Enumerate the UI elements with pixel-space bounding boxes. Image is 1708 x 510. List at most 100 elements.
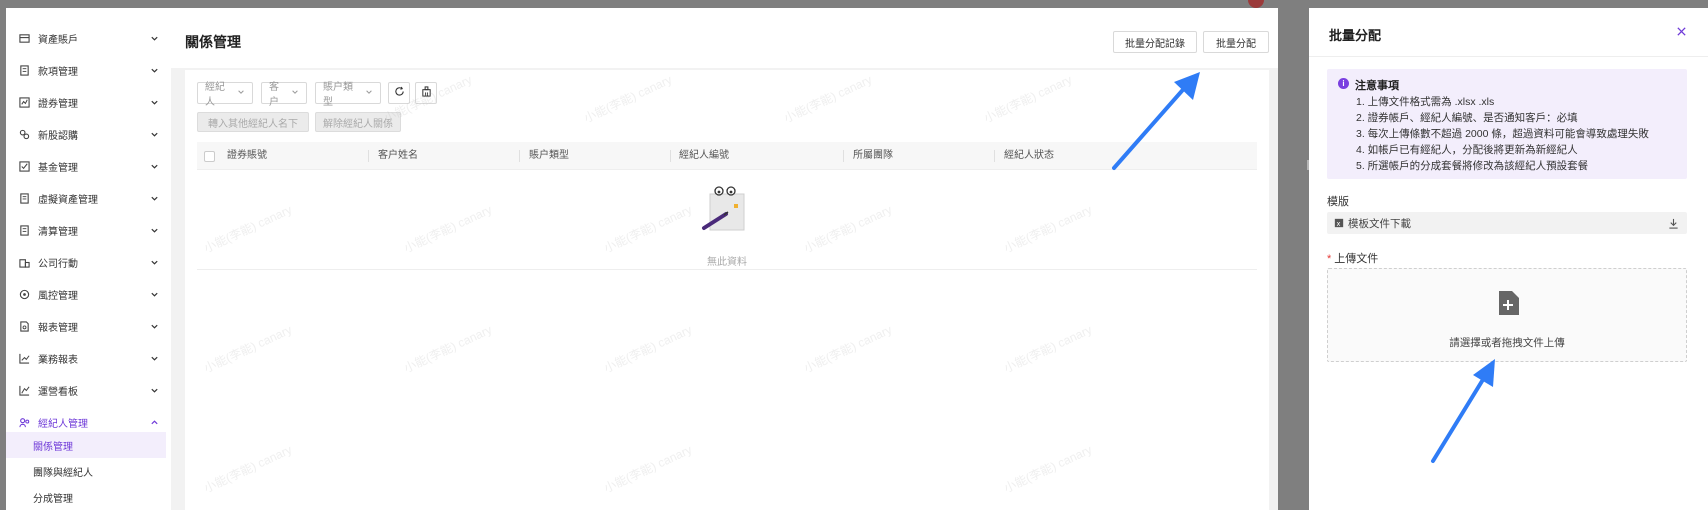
chevron-down-icon: [147, 127, 161, 141]
chevron-down-icon: [291, 88, 299, 99]
upload-label-text: 上傳文件: [1334, 253, 1379, 265]
column-separator: [670, 150, 671, 162]
chevron-down-icon: [147, 319, 161, 333]
notice-line: 1. 上傳文件格式需為 .xlsx .xls: [1356, 96, 1495, 108]
ipo-icon: [18, 128, 30, 140]
report-icon: [18, 320, 30, 332]
chevron-down-icon: [147, 191, 161, 205]
chevron-down-icon: [147, 31, 161, 45]
main-content: 關係管理 批量分配記錄 批量分配 經紀人 客户 賬户類型 轉入其他經紀人名下 解…: [171, 8, 1278, 510]
customer-filter-label: 客户: [269, 82, 279, 108]
corporate-action-icon: [18, 256, 30, 268]
sidebar-item-label: 風控管理: [38, 290, 78, 302]
sidebar-item-label: 公司行動: [38, 258, 78, 270]
sidebar-item-corporate-action[interactable]: 公司行動: [6, 246, 171, 278]
svg-text:x: x: [1337, 220, 1341, 228]
chevron-down-icon: [147, 255, 161, 269]
sidebar: 資產賬戶 款項管理 證券管理 新股認購 基金管理 虛擬資產管理 清算管理 公司行…: [6, 8, 171, 510]
column-header: 客户姓名: [378, 150, 418, 161]
sidebar-item-label: 款項管理: [38, 66, 78, 78]
sidebar-item-business-report[interactable]: 業務報表: [6, 342, 171, 374]
template-download[interactable]: x 模板文件下載: [1327, 212, 1687, 234]
page-header: 關係管理 批量分配記錄 批量分配: [171, 8, 1278, 68]
column-header: 賬户類型: [529, 150, 569, 161]
sidebar-item-label: 資產賬戶: [38, 34, 78, 46]
broker-filter[interactable]: 經紀人: [197, 82, 253, 108]
sidebar-item-securities[interactable]: 證券管理: [6, 86, 171, 118]
dashboard-icon: [18, 384, 30, 396]
required-mark: *: [1327, 253, 1332, 265]
column-separator: [994, 150, 995, 162]
refresh-button[interactable]: [388, 82, 410, 104]
sidebar-subitem-relationship[interactable]: 關係管理: [6, 432, 166, 458]
batch-assign-drawer: 批量分配 i 注意事項 1. 上傳文件格式需為 .xlsx .xls 2. 證券…: [1309, 8, 1708, 510]
remove-broker-relation-button[interactable]: 解除經紀人關係: [315, 112, 401, 132]
download-icon[interactable]: [1668, 218, 1679, 229]
customer-filter[interactable]: 客户: [261, 82, 307, 108]
money-icon: [18, 64, 30, 76]
template-label: 模版: [1327, 196, 1349, 208]
sidebar-item-ipo[interactable]: 新股認購: [6, 118, 171, 150]
close-button[interactable]: [1672, 24, 1690, 42]
chevron-down-icon: [147, 159, 161, 173]
batch-assign-record-button[interactable]: 批量分配記錄: [1113, 31, 1197, 53]
sidebar-item-virtual-asset[interactable]: 虛擬資產管理: [6, 182, 171, 214]
sidebar-item-label: 報表管理: [38, 322, 78, 334]
notice-line: 2. 證券帳戶、經紀人編號、是否通知客戶：必填: [1356, 112, 1578, 124]
sidebar-item-clearing[interactable]: 清算管理: [6, 214, 171, 246]
sidebar-item-label: 經紀人管理: [38, 418, 88, 430]
notice-line: 5. 所選帳戶的分成套餐將修改為該經紀人預設套餐: [1356, 160, 1589, 172]
table-header: 證券賬號 客户姓名 賬户類型 經紀人編號 所屬團隊 經紀人狀态: [197, 142, 1257, 170]
notice-line: 4. 如帳戶已有經紀人，分配後將更新為新經紀人: [1356, 144, 1578, 156]
sidebar-item-account[interactable]: 資產賬戶: [6, 22, 171, 54]
chevron-down-icon: [365, 88, 373, 99]
file-upload-dropzone[interactable]: 請選擇或者拖拽文件上傳: [1327, 268, 1687, 362]
virtual-asset-icon: [18, 192, 30, 204]
account-type-filter-label: 賬户類型: [323, 82, 353, 108]
notice-box: i 注意事項 1. 上傳文件格式需為 .xlsx .xls 2. 證券帳戶、經紀…: [1327, 69, 1687, 179]
sidebar-subitem-teams-brokers[interactable]: 團隊與經紀人: [6, 458, 166, 484]
template-download-text: 模板文件下載: [1348, 217, 1411, 230]
sidebar-item-label: 清算管理: [38, 226, 78, 238]
file-add-icon: [1497, 291, 1519, 318]
chevron-down-icon: [237, 88, 245, 99]
batch-assign-button[interactable]: 批量分配: [1203, 31, 1269, 53]
excel-icon: x: [1334, 218, 1344, 228]
upload-hint: 請選擇或者拖拽文件上傳: [1449, 337, 1565, 349]
column-header: 證券賬號: [227, 150, 267, 161]
info-icon: i: [1338, 78, 1349, 89]
sidebar-item-dashboard[interactable]: 運營看板: [6, 374, 171, 406]
sidebar-item-label: 新股認購: [38, 130, 78, 142]
sidebar-item-label: 基金管理: [38, 162, 78, 174]
column-separator: [843, 150, 844, 162]
chevron-down-icon: [147, 95, 161, 109]
chevron-down-icon: [147, 223, 161, 237]
sidebar-item-label: 業務報表: [38, 354, 78, 366]
sidebar-item-label: 證券管理: [38, 98, 78, 110]
empty-illustration-icon: [700, 184, 752, 237]
sidebar-item-money[interactable]: 款項管理: [6, 54, 171, 86]
broom-icon: [421, 86, 432, 100]
clear-filters-button[interactable]: [415, 82, 437, 104]
sidebar-item-risk[interactable]: 風控管理: [6, 278, 171, 310]
account-icon: [18, 32, 30, 44]
select-all-checkbox[interactable]: [204, 151, 215, 162]
column-header: 經紀人編號: [679, 150, 729, 161]
sidebar-subitem-commission[interactable]: 分成管理: [6, 484, 166, 510]
column-separator: [368, 150, 369, 162]
fund-icon: [18, 160, 30, 172]
refresh-icon: [394, 86, 405, 100]
page-title: 關係管理: [185, 34, 241, 50]
securities-icon: [18, 96, 30, 108]
transfer-broker-button[interactable]: 轉入其他經紀人名下: [197, 112, 309, 132]
drawer-title: 批量分配: [1329, 28, 1382, 43]
business-chart-icon: [18, 352, 30, 364]
empty-state: 無此資料: [197, 170, 1257, 270]
chevron-down-icon: [147, 383, 161, 397]
sidebar-item-report[interactable]: 報表管理: [6, 310, 171, 342]
close-icon: [1676, 26, 1687, 40]
sidebar-item-label: 運營看板: [38, 386, 78, 398]
account-type-filter[interactable]: 賬户類型: [315, 82, 381, 108]
chevron-down-icon: [147, 63, 161, 77]
sidebar-item-fund[interactable]: 基金管理: [6, 150, 171, 182]
